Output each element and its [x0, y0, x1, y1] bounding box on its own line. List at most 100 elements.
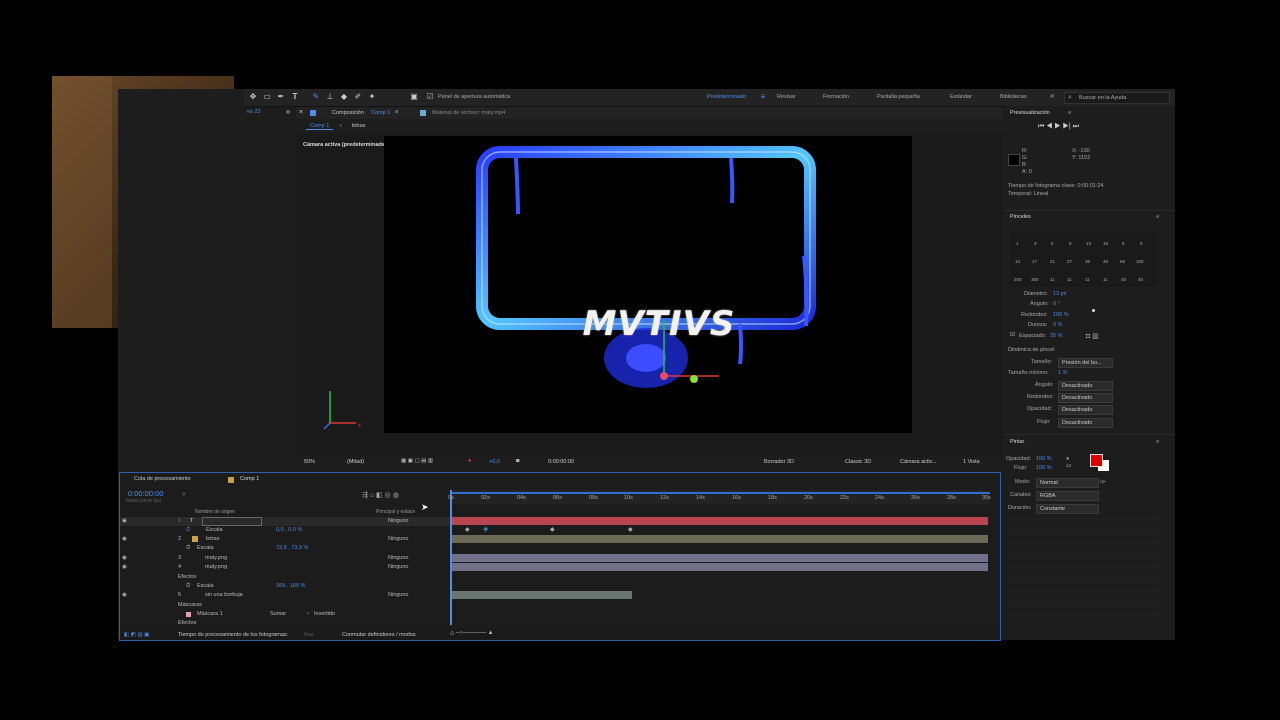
rectangle-tool-icon[interactable]: ▭: [262, 92, 272, 102]
roto-brush-icon[interactable]: ✐: [353, 92, 363, 102]
property-row[interactable]: ⏱ Escala 73,9 , 73,9 %: [120, 544, 450, 553]
hardness-value[interactable]: 0 %: [1053, 322, 1062, 328]
brush-size[interactable]: 11: [1103, 277, 1108, 282]
workspace-standard[interactable]: Estándar: [950, 94, 972, 100]
eyedropper-icon[interactable]: ✑: [1100, 478, 1106, 486]
type-tool-icon[interactable]: T: [290, 92, 300, 102]
property-value[interactable]: 169 , 169 %: [276, 582, 305, 591]
camera-select[interactable]: Cámara activ...: [900, 459, 937, 465]
foreground-color-swatch[interactable]: [1090, 454, 1103, 467]
brush-save-icons[interactable]: ◘ ▥: [1086, 332, 1099, 340]
brush-size[interactable]: 21: [1050, 259, 1055, 264]
brush-size[interactable]: 9: [1140, 241, 1143, 246]
brush-size[interactable]: 35: [1085, 259, 1090, 264]
visibility-icon[interactable]: ◉: [122, 517, 127, 526]
workspace-default[interactable]: Predeterminado: [707, 94, 746, 100]
zoom-select[interactable]: 50%: [304, 459, 315, 465]
layer-name[interactable]: maty.png: [205, 563, 227, 572]
parent-select[interactable]: Ninguno: [388, 591, 409, 600]
parent-select[interactable]: Ninguno: [388, 554, 409, 563]
workspace-review[interactable]: Revisar: [777, 94, 796, 100]
paint-opacity-value[interactable]: 100 %: [1036, 456, 1052, 462]
search-icon[interactable]: ⌕: [182, 491, 186, 499]
paint-flow-value[interactable]: 100 %: [1036, 465, 1052, 471]
layer-row[interactable]: ◉ 3 maty.png Ninguno: [120, 554, 450, 563]
snapshot-icon[interactable]: ◙: [516, 458, 519, 464]
footer-icons[interactable]: ◧ ◩ ▥ ▣: [124, 632, 149, 638]
panel-menu-icon[interactable]: ≡: [1156, 439, 1159, 445]
stopwatch-icon[interactable]: ⏱: [186, 544, 190, 553]
render-queue-tab[interactable]: Cola de procesamiento: [134, 476, 191, 482]
brush-size[interactable]: 45: [1138, 277, 1143, 282]
spacing-checkbox[interactable]: ☑: [1010, 332, 1015, 338]
keyframe-icon[interactable]: ◈: [483, 525, 488, 533]
keyframe-icon[interactable]: ◆: [628, 526, 633, 533]
brush-size[interactable]: 17: [1032, 259, 1037, 264]
property-group-row[interactable]: Efectos: [120, 573, 450, 582]
color-channel-icon[interactable]: ●: [468, 458, 471, 464]
resolution-select[interactable]: (Mitad): [347, 459, 364, 465]
keyframe-icon[interactable]: ◆: [550, 526, 555, 533]
brush-tool-icon[interactable]: ✎: [311, 92, 321, 102]
brush-size[interactable]: 45: [1121, 277, 1126, 282]
brush-size[interactable]: 45: [1103, 259, 1108, 264]
mask-mode-select[interactable]: Sumar: [270, 610, 286, 619]
comp-tab[interactable]: Comp 1: [240, 476, 259, 482]
toggle-switches[interactable]: Conmutar definidores / modos: [342, 632, 416, 638]
angle-select[interactable]: Desactivado: [1058, 381, 1113, 391]
stopwatch-icon[interactable]: ⏱: [186, 526, 190, 535]
layer-name[interactable]: letras: [206, 535, 219, 544]
size-select[interactable]: Presión del bo...: [1058, 358, 1113, 368]
flow-select[interactable]: Desactivado: [1058, 418, 1113, 428]
duration-select[interactable]: Constante: [1036, 504, 1099, 514]
brush-size[interactable]: 9: [1069, 241, 1072, 246]
layer-bar[interactable]: [450, 591, 632, 599]
brush-size[interactable]: 5: [1051, 241, 1054, 246]
property-group-row[interactable]: Efectos: [120, 619, 450, 628]
composition-tab-name[interactable]: Comp 1: [371, 110, 390, 116]
view-mode-select[interactable]: Classic 3D: [845, 459, 871, 465]
panel-menu-icon[interactable]: ≡: [1156, 214, 1159, 220]
panel-menu-icon[interactable]: ≡: [1068, 110, 1071, 116]
roundness-select[interactable]: Desactivado: [1058, 393, 1113, 403]
property-value[interactable]: 73,9 , 73,9 %: [276, 544, 308, 553]
auto-open-checkbox[interactable]: ☑: [425, 92, 435, 102]
mask-color-icon[interactable]: [186, 612, 191, 617]
hand-tool-icon[interactable]: ✥: [248, 92, 258, 102]
visibility-icon[interactable]: ◉: [122, 535, 127, 544]
panel-menu-icon[interactable]: ≡: [395, 109, 398, 115]
brush-size[interactable]: 13: [1015, 259, 1020, 264]
brush-size[interactable]: 100: [1136, 259, 1144, 264]
pen-tool-icon[interactable]: ✒: [276, 92, 286, 102]
more-workspaces-icon[interactable]: »: [1050, 91, 1054, 100]
zoom-slider[interactable]: △ ─○────── ▲: [450, 630, 493, 636]
workspace-menu-icon[interactable]: ≡: [758, 92, 768, 102]
brush-size[interactable]: 27: [1067, 259, 1072, 264]
stopwatch-icon[interactable]: ⏱: [186, 582, 190, 591]
snap-icon[interactable]: ▣: [409, 92, 419, 102]
visibility-icon[interactable]: ◉: [122, 591, 127, 600]
parent-select[interactable]: Ninguno: [388, 517, 409, 526]
parent-select[interactable]: Ninguno: [388, 535, 409, 544]
clone-stamp-icon[interactable]: ⊥: [325, 92, 335, 102]
views-select[interactable]: 1 Vista: [963, 459, 980, 465]
brush-size[interactable]: 3: [1034, 241, 1037, 246]
channels-select[interactable]: RGBA: [1036, 491, 1099, 501]
visibility-icon[interactable]: ◉: [122, 554, 127, 563]
workspace-small-screen[interactable]: Pantalla pequeña: [877, 94, 920, 100]
property-group-row[interactable]: Máscaras: [120, 601, 450, 610]
brush-size[interactable]: 65: [1120, 259, 1125, 264]
panel-close-icon[interactable]: ×: [299, 109, 303, 116]
exposure-value[interactable]: +0,0: [489, 459, 500, 465]
brush-size[interactable]: 13: [1086, 241, 1091, 246]
property-value[interactable]: 0,0 , 0,0 %: [276, 526, 302, 535]
angle-value[interactable]: 0 °: [1053, 301, 1060, 307]
inverted-checkbox[interactable]: ✓: [306, 610, 311, 619]
roundness-value[interactable]: 100 %: [1053, 312, 1069, 318]
keyframe-icon[interactable]: ◆: [465, 526, 470, 533]
eraser-tool-icon[interactable]: ◆: [339, 92, 349, 102]
layer-bar[interactable]: [450, 535, 988, 543]
brush-size[interactable]: 200: [1014, 277, 1022, 282]
property-row[interactable]: ⏱ Escala 0,0 , 0,0 %: [120, 526, 450, 535]
min-size-value[interactable]: 1 %: [1058, 370, 1067, 376]
